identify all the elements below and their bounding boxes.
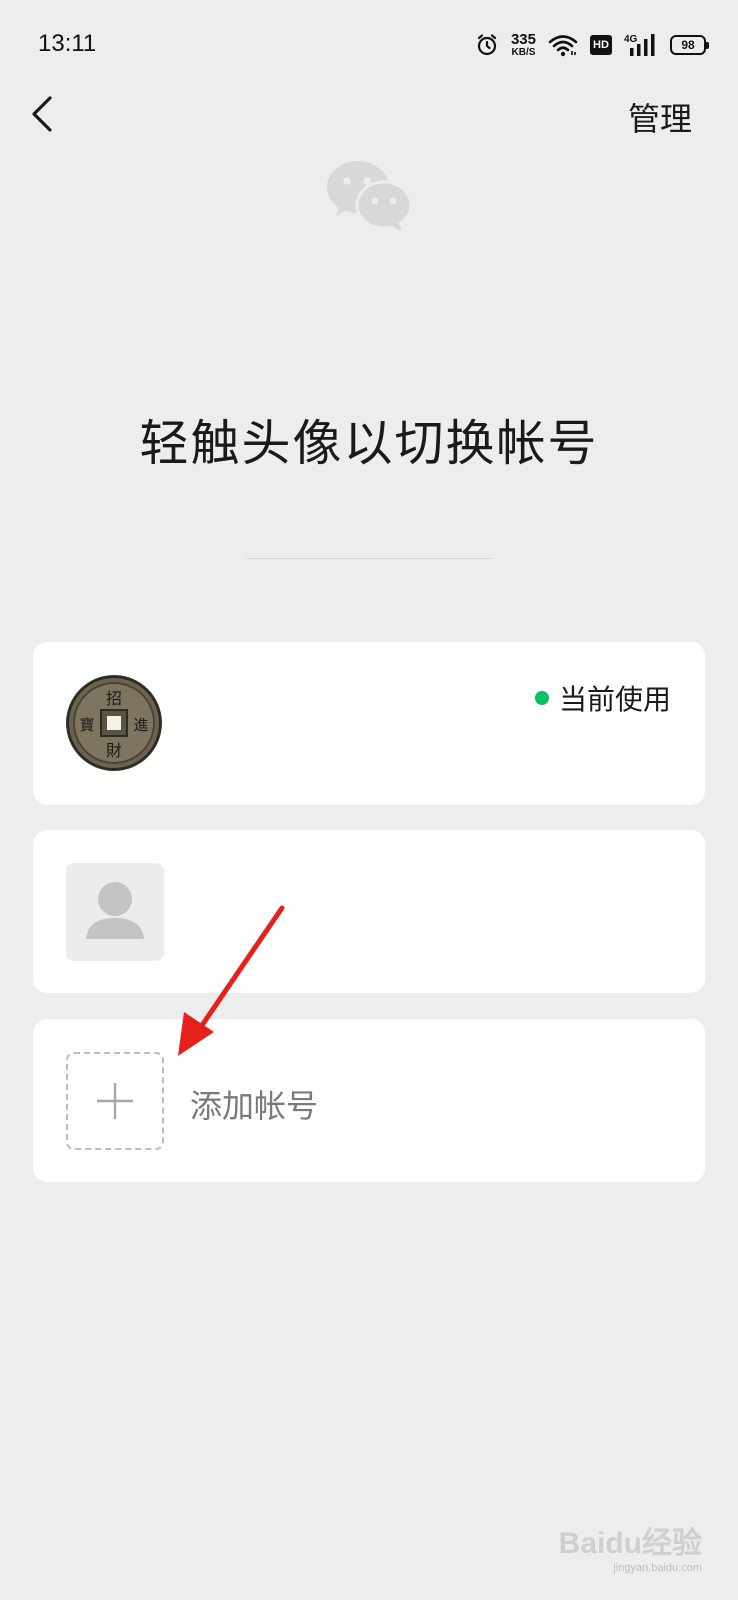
watermark-text: Baidu经验 <box>558 1527 702 1560</box>
status-time: 13:11 <box>38 30 97 57</box>
default-user-icon <box>66 863 164 961</box>
watermark-url: jingyan.baidu.com <box>613 1562 702 1574</box>
coin-avatar: 招 財 寶 進 <box>66 675 162 771</box>
svg-text:招: 招 <box>106 689 122 708</box>
back-button[interactable] <box>28 94 54 134</box>
wifi-icon <box>548 35 578 57</box>
add-account-button[interactable]: 添加帐号 <box>33 1019 705 1182</box>
plus-icon <box>97 1083 133 1119</box>
status-icons: 335 KB/S HD 4G 98 <box>475 28 709 62</box>
wechat-icon <box>327 161 412 231</box>
manage-button[interactable]: 管理 <box>628 94 692 140</box>
net-speed-value: 335 <box>510 31 536 48</box>
red-arrow-icon <box>178 905 285 1056</box>
account-card-other[interactable] <box>33 830 705 993</box>
svg-text:寶: 寶 <box>79 716 94 734</box>
signal-icon: 4G <box>624 34 655 56</box>
page-title: 轻触头像以切换帐号 <box>139 415 599 472</box>
network-type: 4G <box>624 34 638 45</box>
current-badge: 当前使用 <box>534 678 671 718</box>
account-card-current[interactable]: 招 財 寶 進 当前使用 <box>33 642 705 805</box>
battery-icon: 98 <box>670 35 709 55</box>
status-bar: 13:11 335 KB/S HD 4G 98 <box>0 0 738 92</box>
status-dot <box>534 691 549 705</box>
hd-icon: HD <box>590 35 612 55</box>
add-account-label: 添加帐号 <box>190 1087 319 1125</box>
net-speed: 335 KB/S <box>511 32 536 58</box>
divider <box>247 558 493 559</box>
alarm-icon <box>477 34 497 56</box>
current-status-label: 当前使用 <box>558 683 671 716</box>
svg-text:財: 財 <box>106 741 122 760</box>
watermark: Baidu经验 jingyan.baidu.com <box>559 1518 702 1574</box>
add-account-box <box>66 1052 164 1150</box>
svg-text:進: 進 <box>133 716 148 734</box>
net-speed-unit: KB/S <box>511 47 536 58</box>
